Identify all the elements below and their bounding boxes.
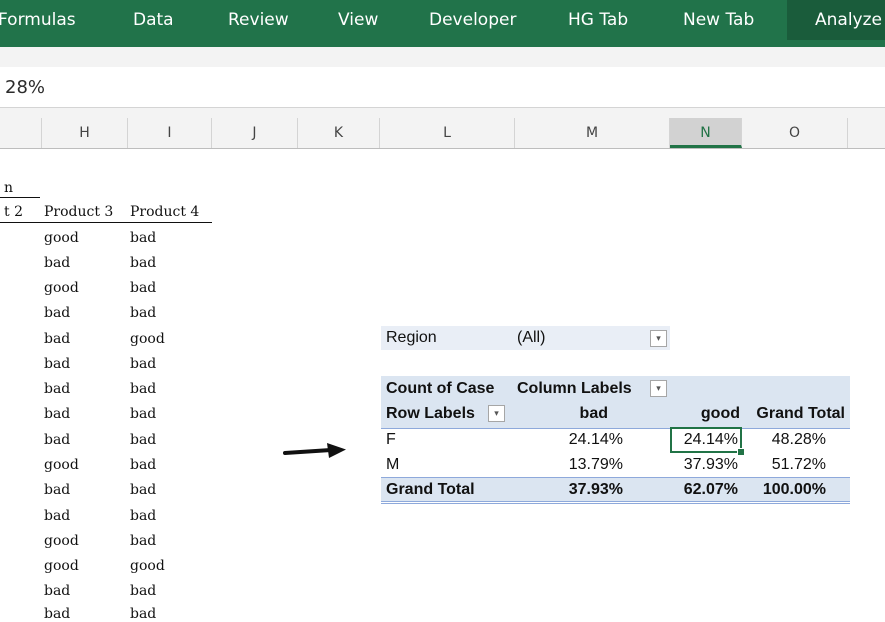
filter-dropdown-icon[interactable]: ▾ [650,330,667,347]
selected-cell-outline[interactable] [670,427,742,453]
pivot-cell[interactable]: 37.93% [640,453,738,477]
column-header-g[interactable] [0,118,42,148]
grid-separator [0,108,885,118]
cell-product-4: bad [130,230,157,246]
tab-new-tab[interactable]: New Tab [683,8,754,32]
source-title-fragment: n [4,180,14,196]
cell-product-4: bad [130,406,157,422]
cell-product-4: bad [130,508,157,524]
cell-product-3: bad [44,482,71,498]
cell-product-3: bad [44,508,71,524]
column-header-o[interactable]: O [742,118,848,148]
pivot-column-labels: Column Labels [517,380,632,397]
cell-product-4: bad [130,482,157,498]
column-header-j[interactable]: J [212,118,298,148]
pivot-col-header-grand-total: Grand Total [756,405,845,422]
pivot-grand-total-label: Grand Total [386,481,475,498]
cell-product-4: bad [130,606,157,622]
cell-product-4: bad [130,305,157,321]
pivot-filter-value[interactable]: (All) [517,326,545,350]
header-product-3: Product 3 [44,204,114,220]
cell-product-3: bad [44,432,71,448]
pivot-col-header-bad: bad [579,405,608,422]
formula-bar-value: 28% [5,77,46,98]
pivot-cell[interactable]: 51.72% [742,453,826,477]
pivot-value-field: Count of Case [386,380,495,397]
tab-formulas[interactable]: Formulas [0,8,76,32]
header-underline [0,222,212,223]
cell-product-3: bad [44,606,71,622]
column-header-m[interactable]: M [515,118,670,148]
cell-product-4: bad [130,457,157,473]
cell-product-4: good [130,331,165,347]
cell-product-4: bad [130,356,157,372]
cell-product-3: bad [44,305,71,321]
column-header-k[interactable]: K [298,118,380,148]
ribbon-tab-bar: Formulas Data Review View Developer HG T… [0,0,885,47]
column-header-n[interactable]: N [670,118,742,148]
column-header-bar: H I J K L M N O [0,118,885,149]
tab-analyze[interactable]: Analyze [787,0,885,40]
cell-product-3: bad [44,356,71,372]
formula-bar[interactable]: 28% [0,67,885,108]
cell-product-4: good [130,558,165,574]
tab-hg-tab[interactable]: HG Tab [568,8,628,32]
cell-product-4: bad [130,533,157,549]
tab-developer[interactable]: Developer [429,8,516,32]
pivot-cell[interactable]: 13.79% [515,453,623,477]
pivot-row-label-m: M [386,456,400,473]
cell-product-4: bad [130,583,157,599]
row-labels-dropdown-icon[interactable]: ▾ [488,405,505,422]
pivot-col-header-good: good [700,405,740,422]
tab-review[interactable]: Review [228,8,289,32]
cell-product-3: good [44,457,79,473]
arrow-right-icon [283,443,346,458]
column-header-h[interactable]: H [42,118,128,148]
column-labels-dropdown-icon[interactable]: ▾ [650,380,667,397]
cell-product-3: bad [44,583,71,599]
pivot-cell[interactable]: 48.28% [742,428,826,452]
column-header-l[interactable]: L [380,118,515,148]
pivot-total-cell[interactable]: 62.07% [640,478,738,502]
cell-product-3: bad [44,255,71,271]
cell-product-3: bad [44,381,71,397]
cell-product-3: good [44,230,79,246]
cell-product-4: bad [130,280,157,296]
header-product-2: t 2 [4,204,23,220]
pivot-row-label-f: F [386,431,396,448]
cell-product-3: good [44,558,79,574]
cell-product-3: good [44,533,79,549]
tab-view[interactable]: View [338,8,378,32]
ribbon-body [0,47,885,68]
cell-product-4: bad [130,432,157,448]
pivot-bottom-border [381,501,850,504]
pivot-total-cell[interactable]: 100.00% [742,478,826,502]
cell-product-4: bad [130,381,157,397]
title-underline [0,197,40,198]
cell-product-4: bad [130,255,157,271]
cell-product-3: good [44,280,79,296]
column-header-p[interactable] [848,118,885,148]
cell-product-3: bad [44,331,71,347]
pivot-cell[interactable]: 24.14% [515,428,623,452]
pivot-row-labels: Row Labels [386,405,475,422]
header-product-4: Product 4 [130,204,200,220]
pivot-total-cell[interactable]: 37.93% [515,478,623,502]
cell-product-3: bad [44,406,71,422]
tab-data[interactable]: Data [133,8,174,32]
pivot-filter-label: Region [386,329,437,346]
column-header-i[interactable]: I [128,118,212,148]
